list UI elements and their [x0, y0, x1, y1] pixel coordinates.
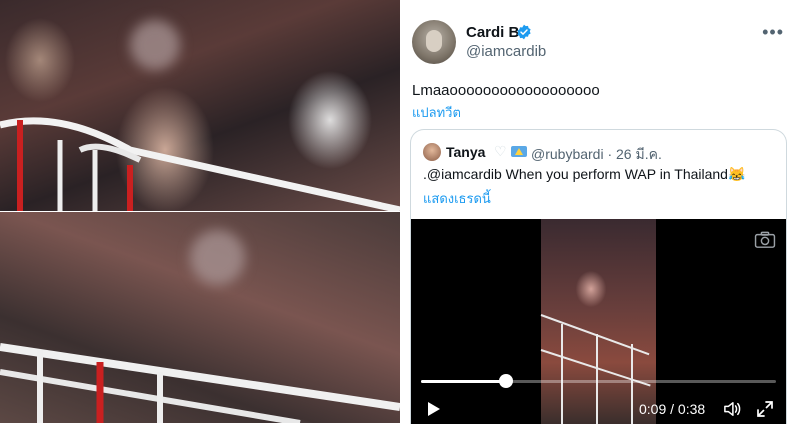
avatar-image	[426, 30, 442, 52]
tweet-text: Lmaaoooooooooooooooooo	[412, 82, 600, 99]
video-time: 0:09 / 0:38	[639, 401, 706, 417]
concert-photo-top	[0, 0, 400, 211]
volume-icon[interactable]	[723, 401, 741, 417]
video-frame	[540, 219, 656, 424]
more-horizontal-icon[interactable]: •••	[762, 22, 784, 43]
concert-photo-bottom	[0, 212, 400, 423]
camera-icon[interactable]	[754, 231, 776, 249]
author-avatar[interactable]	[412, 20, 456, 64]
quoted-author-name[interactable]: Tanya	[446, 144, 485, 160]
show-thread-link[interactable]: แสดงเธรดนี้	[423, 188, 491, 209]
translate-tweet-link[interactable]: แปลทวีต	[412, 102, 461, 123]
barrier-post	[596, 334, 598, 424]
play-icon[interactable]	[427, 401, 441, 417]
video-progress-bar[interactable]	[421, 374, 776, 388]
barrier-railing	[0, 343, 400, 423]
flag-emoji-icon	[511, 146, 527, 157]
white-heart-emoji-icon: ♡	[494, 143, 507, 159]
quoted-author-avatar[interactable]	[423, 143, 441, 161]
barrier-post	[631, 344, 633, 424]
quoted-tweet[interactable]: Tanya ♡ @rubybardi · 26 มี.ค. .@iamcardi…	[410, 129, 787, 424]
author-name[interactable]: Cardi B	[466, 24, 519, 41]
quoted-tweet-text: .@iamcardib When you perform WAP in Thai…	[423, 166, 746, 182]
video-progress-thumb[interactable]	[499, 374, 514, 388]
fullscreen-icon[interactable]	[757, 401, 773, 417]
video-progress-fill	[421, 380, 507, 383]
verified-badge-icon	[517, 24, 531, 40]
video-player[interactable]: 0:09 / 0:38	[411, 219, 786, 424]
barrier-railing	[0, 117, 400, 211]
barrier-post	[561, 324, 563, 424]
author-handle[interactable]: @iamcardib	[466, 43, 546, 60]
quoted-author-handle-date[interactable]: @rubybardi · 26 มี.ค.	[531, 144, 662, 166]
tweet-card: Cardi B @iamcardib ••• Lmaaooooooooooooo…	[400, 0, 800, 424]
